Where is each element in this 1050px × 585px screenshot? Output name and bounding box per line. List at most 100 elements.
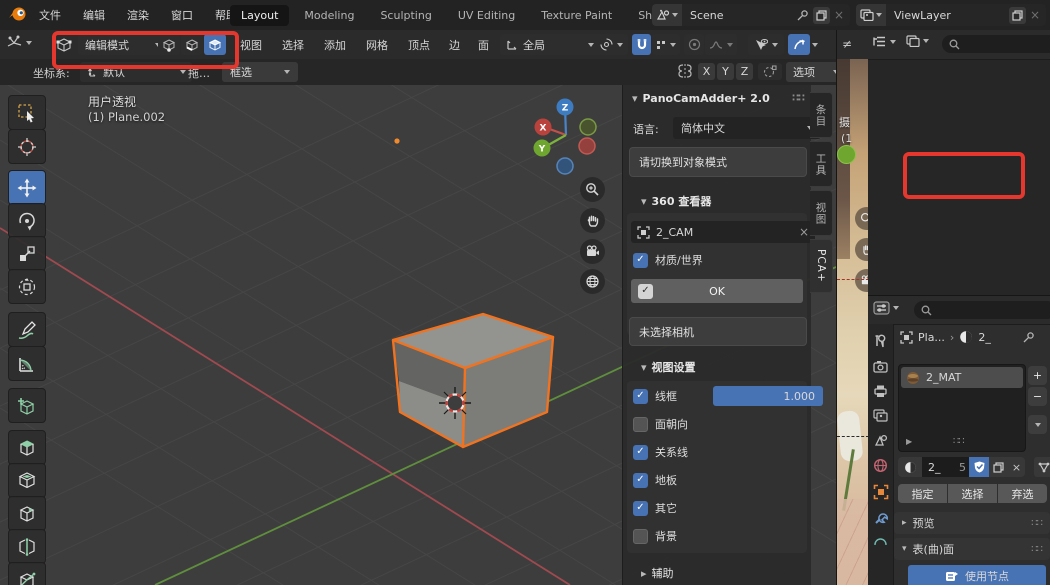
- relationship-lines-toggle[interactable]: ✓关系线: [633, 444, 688, 460]
- wireframe-toggle[interactable]: ✓线框: [633, 388, 677, 404]
- view-settings-header[interactable]: ▾视图设置: [641, 359, 696, 375]
- material-slot-item[interactable]: 2_MAT: [901, 367, 1023, 388]
- overlays-dropdown[interactable]: [788, 34, 818, 55]
- view-layer-delete-button[interactable]: ×: [1030, 8, 1046, 22]
- properties-search-input[interactable]: [914, 301, 1050, 319]
- menu-mesh[interactable]: 网格: [356, 37, 398, 53]
- tab-uv-editing[interactable]: UV Editing: [447, 5, 526, 26]
- menu-edit[interactable]: 编辑: [72, 7, 116, 23]
- tool-cursor[interactable]: [8, 129, 46, 164]
- tool-extrude-region[interactable]: [8, 430, 46, 465]
- render-properties-tab[interactable]: [873, 360, 888, 373]
- tool-add-cube[interactable]: [8, 388, 46, 423]
- orthographic-toggle-button[interactable]: [580, 269, 605, 294]
- camera-field[interactable]: 2_CAM ×: [631, 221, 815, 243]
- add-slot-button[interactable]: +: [1028, 366, 1047, 385]
- sidebar-tab-view[interactable]: 视图: [810, 190, 833, 236]
- tool-annotate[interactable]: [8, 312, 46, 347]
- preview-panel-header[interactable]: ▸预览∷∷: [894, 512, 1050, 534]
- remove-slot-button[interactable]: −: [1028, 387, 1047, 406]
- face-orientation-toggle[interactable]: 面朝向: [633, 416, 688, 432]
- background-toggle[interactable]: 背景: [633, 528, 677, 544]
- outliner-display-mode-dropdown[interactable]: [872, 35, 896, 48]
- blender-logo-icon[interactable]: [8, 6, 27, 23]
- ok-button[interactable]: ✓ OK: [631, 279, 803, 303]
- transform-orientation-dropdown[interactable]: 全局: [500, 34, 600, 55]
- menu-add[interactable]: 添加: [314, 37, 356, 53]
- fake-user-shield-button[interactable]: [969, 457, 989, 477]
- menu-render[interactable]: 渲染: [116, 7, 160, 23]
- zoom-in-button[interactable]: [580, 177, 605, 202]
- world-properties-tab[interactable]: [873, 458, 888, 473]
- deselect-button[interactable]: 弃选: [998, 484, 1047, 503]
- tool-properties-tab[interactable]: [873, 334, 888, 349]
- outliner-filter-dropdown[interactable]: [906, 35, 929, 47]
- output-properties-tab[interactable]: [873, 384, 888, 398]
- scene-browse-button[interactable]: [652, 4, 682, 26]
- tab-texture-paint[interactable]: Texture Paint: [530, 5, 623, 26]
- pin-id-icon[interactable]: [1022, 331, 1035, 344]
- breadcrumb-object-name[interactable]: Pla...: [918, 331, 945, 344]
- surface-panel-header[interactable]: ▾表(曲)面∷∷: [894, 538, 1050, 560]
- xray-toggle-icon[interactable]: ≠: [842, 37, 852, 51]
- menu-edge[interactable]: 边: [440, 37, 469, 53]
- mirror-y-button[interactable]: Y: [717, 63, 734, 80]
- sidebar-tab-tool[interactable]: 工具: [810, 141, 833, 187]
- others-toggle[interactable]: ✓其它: [633, 500, 677, 516]
- snap-settings-dropdown[interactable]: [652, 34, 680, 55]
- slot-list-expand-icon[interactable]: ▶: [906, 437, 912, 446]
- outliner-search-input[interactable]: [942, 35, 1050, 53]
- snap-toggle-button[interactable]: [632, 34, 651, 55]
- view-layer-properties-tab[interactable]: [873, 409, 888, 422]
- material-slot-list[interactable]: 2_MAT ▶ ∷∷: [898, 364, 1026, 452]
- panel-grip[interactable]: ∷∷: [792, 93, 804, 104]
- copy-material-button[interactable]: [989, 457, 1008, 477]
- proportional-falloff-dropdown[interactable]: [705, 34, 737, 55]
- wireframe-slider[interactable]: 1.000: [713, 386, 823, 406]
- gizmo-y-ball-clipped[interactable]: [837, 145, 856, 164]
- sidebar-tab-pca[interactable]: PCA+: [810, 239, 833, 293]
- select-button[interactable]: 选择: [948, 484, 997, 503]
- pca-panel-header[interactable]: ▾PanoCamAdder+ 2.0∷∷: [632, 92, 804, 105]
- use-nodes-button[interactable]: 使用节点: [908, 565, 1046, 585]
- tab-layout[interactable]: Layout: [230, 5, 289, 26]
- gizmo-visibility-dropdown[interactable]: [748, 34, 784, 55]
- material-name-field[interactable]: 2_: [922, 457, 956, 477]
- camera-clear-icon[interactable]: ×: [799, 225, 809, 239]
- view-layer-copy-button[interactable]: [1009, 7, 1026, 24]
- camera-view-button[interactable]: [580, 239, 605, 264]
- material-world-toggle[interactable]: ✓材质/世界: [633, 252, 703, 268]
- object-properties-tab[interactable]: [873, 484, 889, 500]
- viewer-section-header[interactable]: ▾360 查看器: [641, 193, 711, 209]
- editor-type-button[interactable]: [6, 34, 32, 51]
- breadcrumb-material-name[interactable]: 2_: [978, 331, 991, 344]
- switch-mode-notice[interactable]: 请切换到对象模式: [629, 147, 807, 177]
- menu-file[interactable]: 文件: [28, 7, 72, 23]
- aux-section-header[interactable]: ▸辅助: [641, 565, 674, 581]
- camera-strip-viewport[interactable]: ≠ 摄 (1: [836, 30, 870, 585]
- sidebar-tab-item[interactable]: 条目: [810, 92, 833, 138]
- tab-sculpting[interactable]: Sculpting: [369, 5, 442, 26]
- pan-hand-button[interactable]: [580, 208, 605, 233]
- tool-scale[interactable]: [8, 236, 46, 271]
- modifier-properties-tab[interactable]: [873, 511, 888, 526]
- scene-delete-button[interactable]: ×: [834, 8, 850, 22]
- tool-inset-faces[interactable]: [8, 463, 46, 498]
- tool-loop-cut[interactable]: [8, 529, 46, 564]
- properties-editor-type-button[interactable]: [873, 301, 899, 315]
- tool-move[interactable]: [8, 170, 46, 205]
- menu-select[interactable]: 选择: [272, 37, 314, 53]
- slot-specials-dropdown[interactable]: [1028, 415, 1047, 434]
- proportional-editing-toggle[interactable]: [684, 34, 704, 55]
- menu-face[interactable]: 面: [469, 37, 498, 53]
- snap-path-button[interactable]: [758, 63, 782, 80]
- tool-bevel[interactable]: [8, 496, 46, 531]
- mirror-x-button[interactable]: X: [698, 63, 715, 80]
- physics-properties-tab[interactable]: [873, 537, 888, 545]
- tool-knife[interactable]: [8, 562, 46, 585]
- scene-pin-icon[interactable]: [796, 9, 809, 22]
- tool-measure[interactable]: [8, 346, 46, 381]
- menu-vertex[interactable]: 顶点: [398, 37, 440, 53]
- view-layer-name[interactable]: ViewLayer: [886, 9, 1009, 22]
- scene-properties-tab[interactable]: [873, 433, 888, 447]
